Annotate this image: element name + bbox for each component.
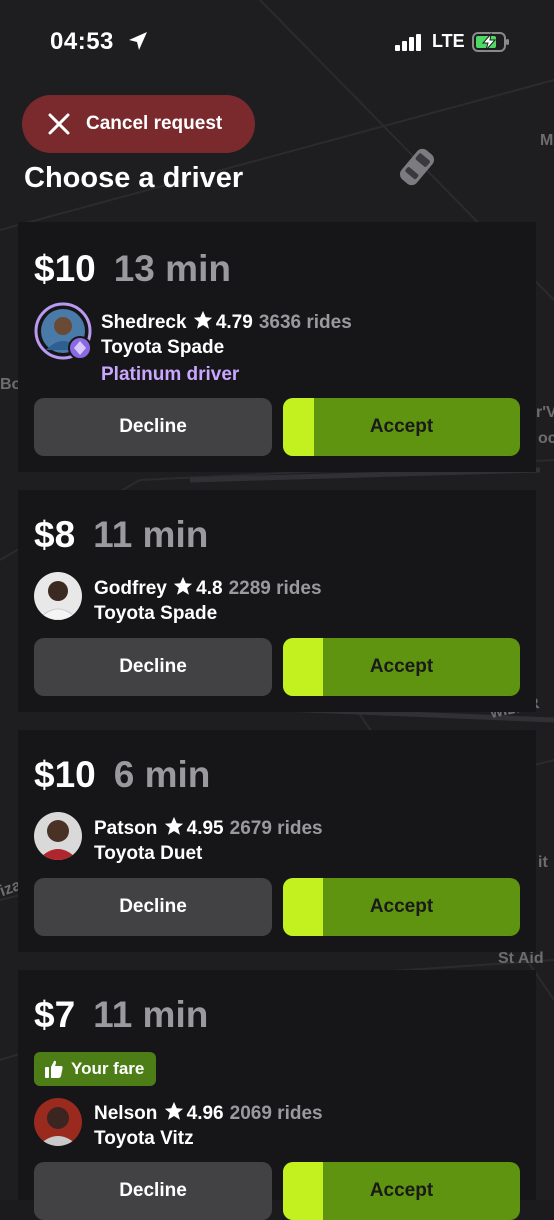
signal-icon (395, 34, 421, 51)
driver-info: Nelson 4.96 2069 rides (94, 1100, 323, 1125)
driver-tier: Platinum driver (101, 364, 240, 385)
offer-price-eta: $7 11 min (34, 994, 208, 1036)
avatar (34, 572, 82, 620)
offer-price: $10 (34, 754, 96, 795)
status-time: 04:53 (50, 28, 114, 55)
offer-eta: 11 min (93, 514, 209, 555)
map-label: M (540, 132, 554, 149)
car-model: Toyota Duet (94, 843, 203, 864)
your-fare-label: Your fare (71, 1059, 145, 1078)
car-model: Toyota Spade (94, 603, 218, 624)
accept-label: Accept (369, 656, 434, 677)
offer-price-eta: $10 13 min (34, 248, 231, 290)
battery-charging-icon (472, 32, 509, 52)
cancel-request-button[interactable]: Cancel request (22, 95, 255, 153)
network-type: LTE (432, 31, 465, 51)
car-marker-icon (399, 148, 435, 186)
star-icon (173, 576, 193, 595)
driver-name: Godfrey (94, 578, 167, 599)
offer-price: $10 (34, 248, 96, 289)
accept-button[interactable]: Accept (283, 1162, 520, 1220)
map-label: r'V (536, 404, 554, 421)
driver-rides: 2069 rides (229, 1103, 323, 1124)
driver-rides: 2289 rides (228, 578, 322, 599)
star-icon (164, 816, 183, 835)
star-icon (164, 1101, 183, 1120)
offer-price: $7 (34, 994, 76, 1035)
offer-price: $8 (34, 514, 76, 555)
accept-label: Accept (369, 896, 434, 917)
accept-button[interactable]: Accept (283, 878, 520, 936)
driver-rating: 4.8 (196, 578, 223, 599)
avatar (34, 1098, 82, 1146)
driver-rides: 3636 rides (258, 312, 352, 333)
driver-rides: 2679 rides (229, 818, 323, 839)
driver-offer-card: $10 6 min Patson 4.95 2679 rides Toyota Du… (18, 730, 536, 952)
driver-name: Nelson (94, 1103, 158, 1124)
offer-eta: 6 min (113, 754, 211, 795)
decline-button[interactable]: Decline (34, 878, 272, 936)
cancel-request-label: Cancel request (86, 113, 223, 134)
thumbs-up-icon (45, 1060, 63, 1078)
offer-eta: 11 min (93, 994, 209, 1035)
driver-rating: 4.95 (186, 818, 224, 839)
driver-name: Patson (94, 818, 158, 839)
offer-eta: 13 min (113, 248, 231, 289)
driver-name: Shedreck (101, 312, 187, 333)
star-icon (193, 310, 212, 329)
map-label: St Aid (498, 950, 544, 967)
avatar (34, 812, 82, 860)
decline-button[interactable]: Decline (34, 1162, 272, 1220)
driver-info: Shedreck 4.79 3636 rides (101, 309, 352, 334)
your-fare-badge: Your fare (34, 1052, 157, 1086)
car-model: Toyota Vitz (94, 1128, 194, 1149)
driver-offer-card: $10 13 min Shedreck 4.79 3636 rides Toyota… (18, 222, 536, 472)
decline-button[interactable]: Decline (34, 638, 272, 696)
driver-offer-card: $7 11 min Your fare Nelson 4.96 2069 rides… (18, 970, 536, 1220)
decline-button[interactable]: Decline (34, 398, 272, 456)
driver-info: Patson 4.95 2679 rides (94, 815, 323, 840)
page-title: Choose a driver (24, 162, 244, 194)
car-model: Toyota Spade (101, 337, 225, 358)
accept-label: Accept (369, 416, 434, 437)
accept-button[interactable]: Accept (283, 398, 520, 456)
accept-label: Accept (369, 1180, 434, 1201)
driver-info: Godfrey 4.8 2289 rides (94, 575, 322, 600)
status-bar: 04:53 LTE (0, 0, 554, 84)
avatar (34, 302, 92, 360)
close-icon (48, 113, 70, 135)
offer-price-eta: $10 6 min (34, 754, 210, 796)
map-label: oc (538, 430, 554, 447)
accept-button[interactable]: Accept (283, 638, 520, 696)
offer-price-eta: $8 11 min (34, 514, 208, 556)
driver-rating: 4.96 (186, 1103, 224, 1124)
map-label: it (538, 854, 548, 871)
driver-rating: 4.79 (215, 312, 253, 333)
driver-offer-card: $8 11 min Godfrey 4.8 2289 rides Toyota Sp… (18, 490, 536, 712)
location-arrow-icon (129, 32, 147, 50)
